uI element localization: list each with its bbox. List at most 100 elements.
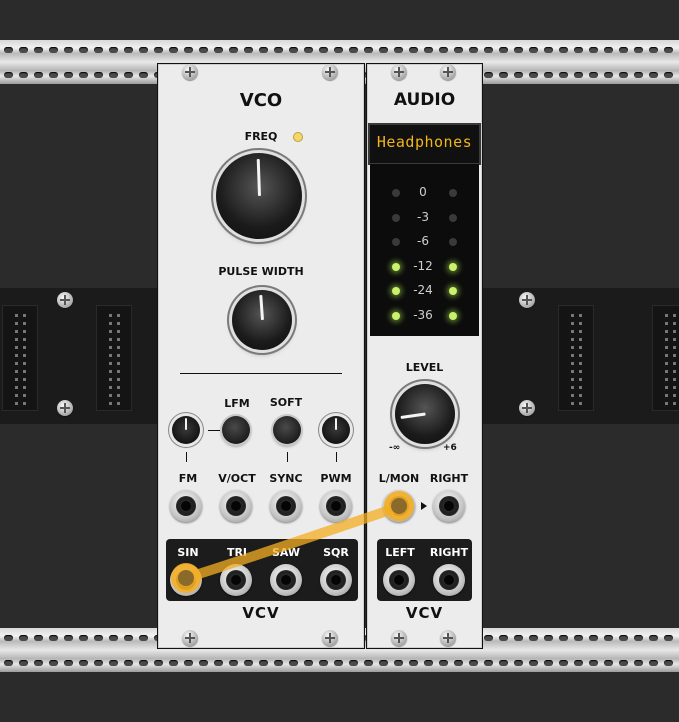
audio-device-display[interactable]: Headphones	[368, 123, 481, 165]
soft-button[interactable]	[273, 416, 301, 444]
screw-icon	[391, 630, 407, 646]
output-label-sin: SIN	[177, 546, 199, 559]
connector-pin	[23, 362, 26, 365]
right-input-jack[interactable]	[433, 490, 465, 522]
connector-pin	[571, 330, 574, 333]
connector-pin	[15, 338, 18, 341]
connector-pin	[571, 322, 574, 325]
meter-led	[449, 189, 457, 197]
rail-hole	[589, 660, 598, 666]
connector-pin	[109, 386, 112, 389]
connector-pin	[665, 378, 668, 381]
rail-hole	[484, 660, 493, 666]
connector-pin	[23, 314, 26, 317]
pwm-attenuator-knob[interactable]	[322, 416, 350, 444]
rail-hole	[349, 660, 358, 666]
sin-output-jack[interactable]	[170, 564, 202, 596]
audio-title: AUDIO	[393, 90, 456, 110]
saw-output-jack[interactable]	[270, 564, 302, 596]
rail-hole	[619, 47, 628, 53]
screw-icon	[391, 64, 407, 80]
connector-pin	[665, 346, 668, 349]
connector-pin	[673, 394, 676, 397]
input-label-pwm: PWM	[320, 472, 352, 485]
rail-hole	[289, 47, 298, 53]
rail-hole	[544, 635, 553, 641]
rail-hole	[559, 660, 568, 666]
input-label-right: RIGHT	[429, 472, 469, 485]
pulse-width-label: PULSE WIDTH	[218, 265, 304, 278]
connector-pin	[665, 394, 668, 397]
rail-hole	[484, 47, 493, 53]
rail-hole	[214, 47, 223, 53]
rail-hole	[79, 660, 88, 666]
rail-hole	[154, 660, 163, 666]
left-output-jack[interactable]	[383, 564, 415, 596]
rail-hole	[664, 660, 673, 666]
voct-input-jack[interactable]	[220, 490, 252, 522]
rail-hole	[634, 660, 643, 666]
rail-hole	[409, 47, 418, 53]
connector-pin	[23, 322, 26, 325]
meter-led	[392, 312, 400, 320]
knob-pointer	[335, 418, 337, 430]
rail-hole	[454, 660, 463, 666]
meter-led	[392, 263, 400, 271]
connector-pin	[673, 354, 676, 357]
connector-pin	[571, 338, 574, 341]
connector-pin	[665, 370, 668, 373]
rail-hole	[259, 47, 268, 53]
rail-hole	[49, 72, 58, 78]
fm-attenuator-knob[interactable]	[172, 416, 200, 444]
connector-pin	[117, 402, 120, 405]
vco-module: VCO FREQ PULSE WIDTH LFM SOFT FM V/OCT S…	[158, 64, 364, 648]
rail-hole	[574, 72, 583, 78]
rail-hole	[229, 47, 238, 53]
lfm-button[interactable]	[222, 416, 250, 444]
vcv-logo: VCV	[242, 604, 280, 622]
connector-line	[336, 452, 337, 462]
rail-hole	[94, 72, 103, 78]
pulse-width-knob[interactable]	[232, 290, 292, 350]
output-label-saw: SAW	[271, 546, 301, 559]
connector-pin	[109, 362, 112, 365]
connector-line	[186, 452, 187, 462]
rail-hole	[319, 660, 328, 666]
sqr-output-jack[interactable]	[320, 564, 352, 596]
rail-hole	[19, 72, 28, 78]
rail-hole	[499, 660, 508, 666]
rail-hole	[514, 660, 523, 666]
tri-output-jack[interactable]	[220, 564, 252, 596]
sync-input-jack[interactable]	[270, 490, 302, 522]
pwm-input-jack[interactable]	[320, 490, 352, 522]
connector-pin	[15, 322, 18, 325]
rail-hole	[109, 47, 118, 53]
connector-pin	[571, 378, 574, 381]
arrow-right-icon	[421, 502, 427, 510]
right-output-jack[interactable]	[433, 564, 465, 596]
connector-pin	[673, 362, 676, 365]
rail-hole	[334, 47, 343, 53]
level-knob[interactable]	[395, 384, 455, 444]
level-max-label: +6	[443, 443, 457, 453]
freq-knob[interactable]	[216, 153, 302, 239]
meter-label: -6	[417, 234, 429, 248]
rail-hole	[334, 660, 343, 666]
rail-hole	[409, 660, 418, 666]
rail-hole	[589, 635, 598, 641]
fm-input-jack[interactable]	[170, 490, 202, 522]
rail-hole	[184, 660, 193, 666]
connector-pin	[673, 322, 676, 325]
connector-pin	[109, 354, 112, 357]
input-label-fm: FM	[178, 472, 198, 485]
connector-pin	[571, 346, 574, 349]
rail-hole	[619, 660, 628, 666]
connector-pin	[579, 346, 582, 349]
connector-line	[287, 452, 288, 462]
meter-led	[449, 214, 457, 222]
rail-hole	[559, 635, 568, 641]
connector-pin	[117, 370, 120, 373]
lmon-input-jack[interactable]	[383, 490, 415, 522]
rail-hole	[304, 660, 313, 666]
rail-hole	[139, 72, 148, 78]
